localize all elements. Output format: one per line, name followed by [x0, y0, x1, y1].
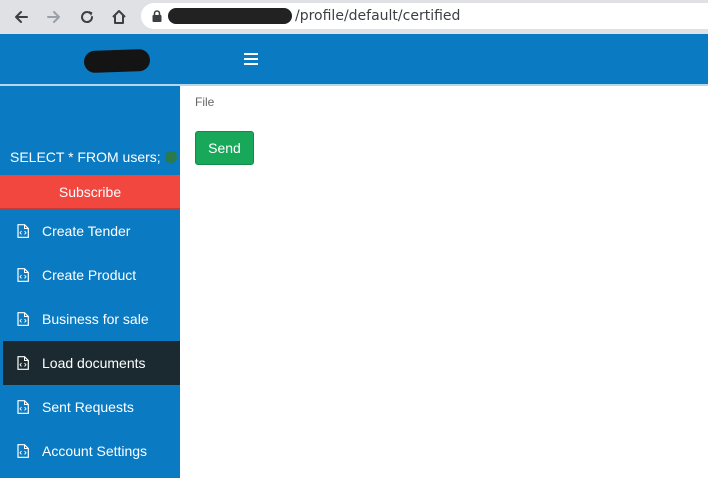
reload-icon[interactable]: [74, 4, 100, 30]
sidebar-item-load-documents[interactable]: Load documents: [3, 341, 180, 385]
sql-status: SELECT * FROM users;: [10, 147, 180, 169]
sidebar-item-account-settings[interactable]: Account Settings: [0, 429, 180, 473]
document-icon: [17, 224, 29, 238]
document-icon: [17, 444, 29, 458]
document-icon: [17, 356, 29, 370]
sql-status-text: SELECT * FROM users;: [10, 149, 161, 165]
sidebar-item-sent-requests[interactable]: Sent Requests: [0, 385, 180, 429]
url-path: /profile/default/certified: [295, 8, 461, 24]
document-icon: [17, 312, 29, 326]
app-header: [0, 34, 708, 86]
subscribe-button[interactable]: Subscribe: [0, 175, 180, 209]
home-icon[interactable]: [106, 4, 132, 30]
sidebar-item-label: Create Product: [42, 267, 137, 283]
document-icon: [17, 400, 29, 414]
sidebar-item-label: Business for sale: [42, 311, 149, 327]
address-bar[interactable]: /profile/default/certified: [141, 3, 708, 29]
sidebar-item-label: Create Tender: [42, 223, 131, 239]
redacted-domain: [168, 8, 292, 24]
sidebar-item-label: Load documents: [42, 355, 146, 371]
browser-toolbar: /profile/default/certified: [0, 0, 708, 34]
sidebar: SELECT * FROM users; Subscribe Create Te…: [0, 86, 180, 478]
send-button[interactable]: Send: [195, 131, 254, 165]
document-icon: [17, 268, 29, 282]
status-dot-icon: [165, 151, 177, 163]
redacted-logo: [83, 48, 151, 74]
file-label: File: [195, 95, 215, 109]
lock-icon: [152, 10, 162, 22]
main-content: File Send: [180, 86, 708, 478]
sidebar-menu: Create Tender Create Product Business fo…: [0, 209, 180, 473]
forward-arrow-icon[interactable]: [41, 4, 67, 30]
back-arrow-icon[interactable]: [8, 4, 34, 30]
sidebar-item-create-tender[interactable]: Create Tender: [0, 209, 180, 253]
sidebar-item-create-product[interactable]: Create Product: [0, 253, 180, 297]
hamburger-icon[interactable]: [244, 53, 258, 65]
sidebar-item-label: Account Settings: [42, 443, 148, 459]
sidebar-item-business-for-sale[interactable]: Business for sale: [0, 297, 180, 341]
sidebar-item-label: Sent Requests: [42, 399, 134, 415]
